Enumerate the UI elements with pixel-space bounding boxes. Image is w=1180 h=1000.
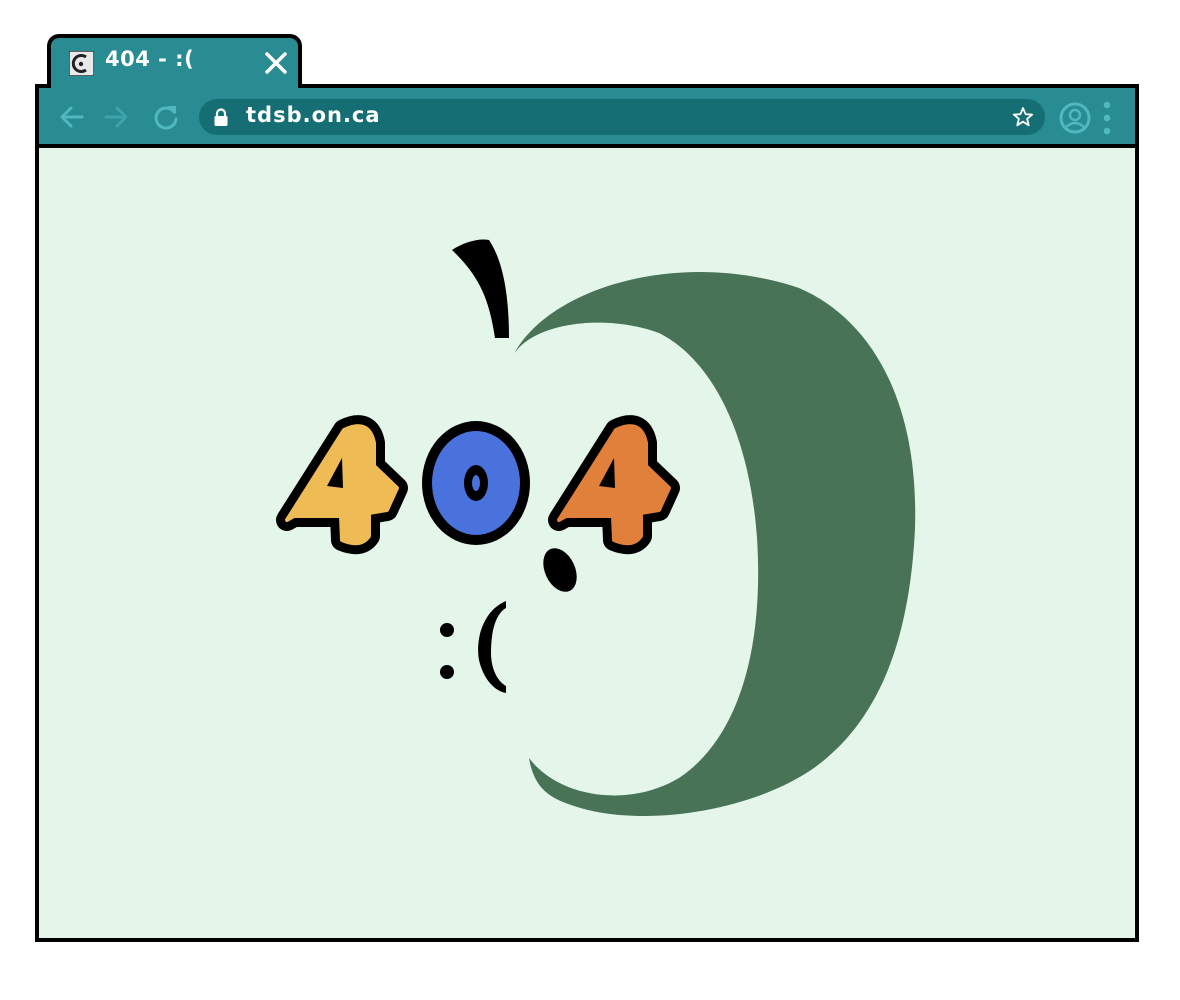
page-content: 4 0 4 <box>39 148 1135 938</box>
browser-screenshot: 404 - :( tdsb.on.ca <box>0 0 1180 1000</box>
apple-stem-icon <box>452 239 509 338</box>
arrow-right-icon[interactable] <box>101 102 131 132</box>
apple-seed-icon <box>543 548 577 592</box>
lock-icon <box>214 108 228 126</box>
digit-4-first: 4 <box>276 415 408 555</box>
digit-4-second: 4 <box>548 415 680 555</box>
profile-icon[interactable] <box>1058 101 1092 135</box>
address-bar[interactable]: tdsb.on.ca <box>199 99 1045 135</box>
star-icon[interactable] <box>1011 105 1035 129</box>
sad-emoticon <box>440 601 506 693</box>
apple-404-illustration: 4 0 4 <box>276 239 916 817</box>
digit-0: 0 <box>422 421 530 545</box>
tab-title: 404 - :( <box>105 47 195 71</box>
arrow-left-icon[interactable] <box>57 102 87 132</box>
url-text: tdsb.on.ca <box>246 103 381 127</box>
reload-icon[interactable] <box>151 102 181 132</box>
school-apple-favicon-icon <box>69 51 94 76</box>
close-icon[interactable] <box>263 50 289 76</box>
browser-toolbar: tdsb.on.ca <box>39 88 1135 148</box>
apple-icon <box>514 272 916 817</box>
browser-tab[interactable]: 404 - :( <box>47 34 302 88</box>
browser-window: tdsb.on.ca <box>35 84 1139 942</box>
more-vertical-icon[interactable] <box>1101 100 1113 136</box>
